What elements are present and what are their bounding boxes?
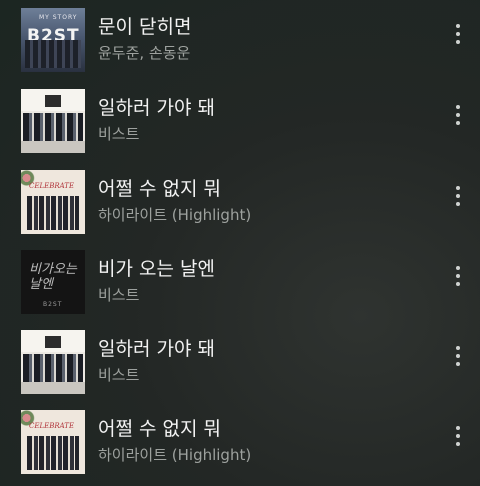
song-title: 문이 닫히면 bbox=[98, 16, 192, 38]
song-title: 일하러 가야 돼 bbox=[98, 97, 215, 119]
song-list: MY STORY B2ST 문이 닫히면 윤두준, 손동운 일하러 가야 돼 비… bbox=[0, 0, 480, 486]
song-row[interactable]: CELEBRATE 어쩔 수 없지 뭐 하이라이트 (Highlight) bbox=[0, 402, 480, 482]
song-artist: 윤두준, 손동운 bbox=[98, 44, 191, 62]
more-vert-icon[interactable] bbox=[450, 424, 466, 448]
song-row[interactable]: CELEBRATE 어쩔 수 없지 뭐 하이라이트 (Highlight) bbox=[0, 162, 480, 242]
more-vert-icon[interactable] bbox=[450, 184, 466, 208]
song-artist: 비스트 bbox=[98, 286, 140, 304]
song-row[interactable]: 비가오는 날엔 B2ST 비가 오는 날엔 비스트 bbox=[0, 242, 480, 322]
album-art: CELEBRATE bbox=[21, 410, 85, 474]
album-art: MY STORY B2ST bbox=[21, 8, 85, 72]
more-vert-icon[interactable] bbox=[450, 103, 466, 127]
song-artist: 하이라이트 (Highlight) bbox=[98, 446, 252, 464]
album-art: CELEBRATE bbox=[21, 170, 85, 234]
album-art bbox=[21, 330, 85, 394]
song-row[interactable]: MY STORY B2ST 문이 닫히면 윤두준, 손동운 bbox=[0, 0, 480, 80]
more-vert-icon[interactable] bbox=[450, 344, 466, 368]
song-title: 어쩔 수 없지 뭐 bbox=[98, 178, 221, 200]
more-vert-icon[interactable] bbox=[450, 22, 466, 46]
song-row[interactable]: 일하러 가야 돼 비스트 bbox=[0, 81, 480, 161]
song-artist: 하이라이트 (Highlight) bbox=[98, 206, 252, 224]
album-art: 비가오는 날엔 B2ST bbox=[21, 250, 85, 314]
song-title: 일하러 가야 돼 bbox=[98, 338, 215, 360]
song-title: 비가 오는 날엔 bbox=[98, 258, 215, 280]
more-vert-icon[interactable] bbox=[450, 264, 466, 288]
song-artist: 비스트 bbox=[98, 366, 140, 384]
song-row[interactable]: 일하러 가야 돼 비스트 bbox=[0, 322, 480, 402]
album-art bbox=[21, 89, 85, 153]
song-title: 어쩔 수 없지 뭐 bbox=[98, 418, 221, 440]
song-artist: 비스트 bbox=[98, 125, 140, 143]
